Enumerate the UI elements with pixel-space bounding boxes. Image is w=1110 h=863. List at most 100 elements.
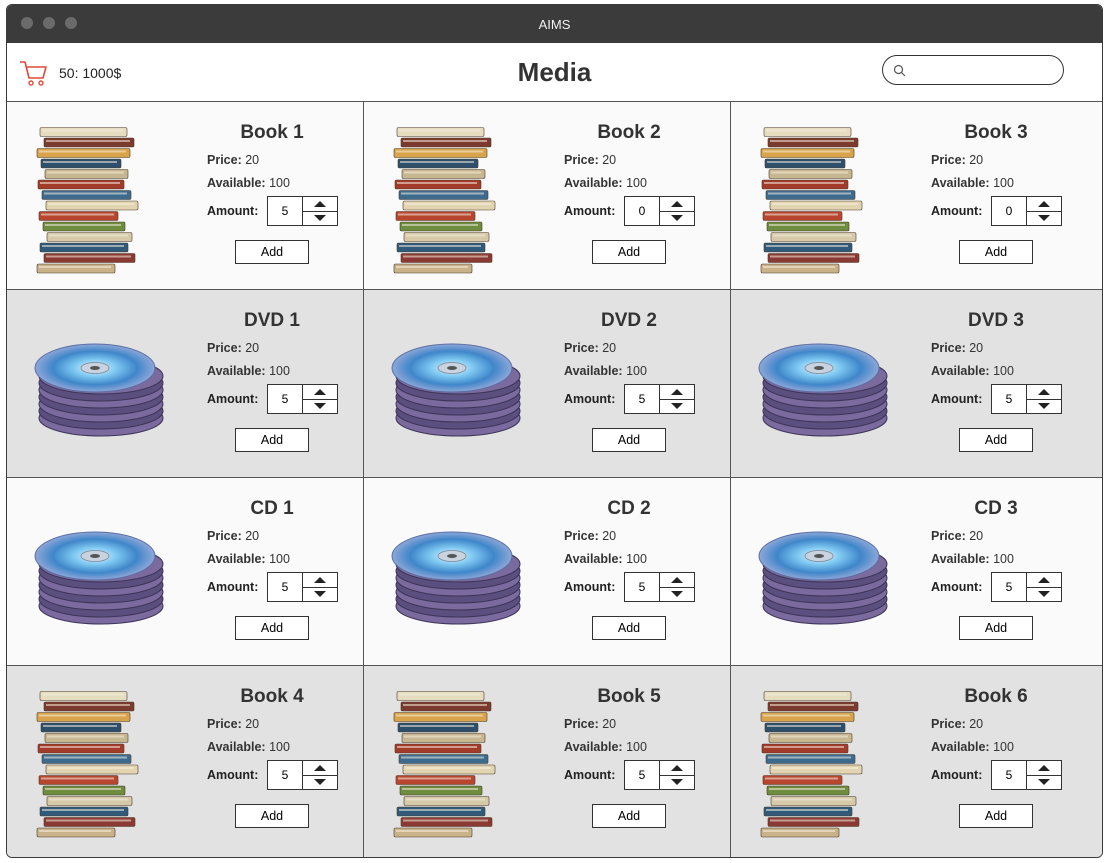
available-value: 100 bbox=[269, 740, 290, 754]
available-value: 100 bbox=[993, 552, 1014, 566]
amount-input[interactable] bbox=[625, 197, 659, 225]
amount-stepper[interactable] bbox=[267, 572, 338, 602]
increment-button[interactable] bbox=[303, 385, 337, 400]
media-card: CD 2 Price: 20 Available: 100 Amount: Add bbox=[364, 478, 731, 666]
amount-stepper[interactable] bbox=[991, 384, 1062, 414]
search-input[interactable] bbox=[912, 61, 1056, 79]
decrement-button[interactable] bbox=[303, 588, 337, 602]
available-value: 100 bbox=[993, 364, 1014, 378]
amount-stepper[interactable] bbox=[624, 760, 695, 790]
amount-stepper[interactable] bbox=[991, 196, 1062, 226]
price-label: Price: bbox=[207, 529, 242, 543]
available-label: Available: bbox=[564, 552, 623, 566]
amount-input[interactable] bbox=[625, 761, 659, 789]
amount-label: Amount: bbox=[931, 580, 983, 594]
decrement-button[interactable] bbox=[303, 776, 337, 790]
amount-stepper[interactable] bbox=[267, 760, 338, 790]
increment-button[interactable] bbox=[1027, 761, 1061, 776]
disc-stack-image bbox=[29, 518, 169, 628]
decrement-button[interactable] bbox=[1027, 400, 1061, 414]
add-to-cart-button[interactable]: Add bbox=[235, 240, 309, 264]
arrow-down-icon bbox=[671, 403, 683, 410]
increment-button[interactable] bbox=[660, 573, 694, 588]
add-to-cart-button[interactable]: Add bbox=[592, 616, 666, 640]
amount-input[interactable] bbox=[992, 573, 1026, 601]
add-to-cart-button[interactable]: Add bbox=[959, 616, 1033, 640]
media-info: DVD 3Price: 20Available: 100Amount:Add bbox=[931, 310, 1071, 452]
decrement-button[interactable] bbox=[660, 400, 694, 414]
media-info: Book 5 Price: 20 Available: 100 Amount: Add bbox=[564, 686, 704, 828]
available-value: 100 bbox=[626, 176, 647, 190]
amount-input[interactable] bbox=[268, 761, 302, 789]
search-box[interactable] bbox=[882, 55, 1064, 85]
amount-stepper[interactable] bbox=[991, 572, 1062, 602]
amount-input[interactable] bbox=[268, 573, 302, 601]
book-stack-image bbox=[29, 678, 149, 838]
arrow-up-icon bbox=[671, 388, 683, 395]
arrow-down-icon bbox=[314, 591, 326, 598]
decrement-button[interactable] bbox=[1027, 776, 1061, 790]
amount-input[interactable] bbox=[992, 197, 1026, 225]
media-info: CD 3 Price: 20 Available: 100 Amount: Add bbox=[931, 498, 1071, 640]
media-info: Book 6 Price: 20 Available: 100 Amount: Add bbox=[931, 686, 1071, 828]
increment-button[interactable] bbox=[303, 761, 337, 776]
amount-stepper[interactable] bbox=[991, 760, 1062, 790]
amount-stepper[interactable] bbox=[624, 196, 695, 226]
price-label: Price: bbox=[564, 341, 599, 355]
amount-stepper[interactable] bbox=[267, 384, 338, 414]
amount-row: Amount: bbox=[931, 196, 1071, 226]
disc-stack-image bbox=[29, 330, 169, 440]
app-window: AIMS 50: 1000$ Media Book 1 Price: 20 Avai… bbox=[6, 4, 1103, 858]
decrement-button[interactable] bbox=[660, 212, 694, 226]
amount-input[interactable] bbox=[268, 385, 302, 413]
amount-stepper[interactable] bbox=[267, 196, 338, 226]
amount-stepper[interactable] bbox=[624, 572, 695, 602]
increment-button[interactable] bbox=[660, 197, 694, 212]
increment-button[interactable] bbox=[660, 761, 694, 776]
disc-stack-image bbox=[753, 330, 893, 440]
decrement-button[interactable] bbox=[303, 400, 337, 414]
amount-label: Amount: bbox=[207, 768, 259, 782]
increment-button[interactable] bbox=[303, 573, 337, 588]
amount-input[interactable] bbox=[625, 385, 659, 413]
add-to-cart-button[interactable]: Add bbox=[959, 804, 1033, 828]
add-to-cart-button[interactable]: Add bbox=[235, 804, 309, 828]
available-line: Available: 100 bbox=[207, 552, 347, 566]
stepper-arrows bbox=[302, 761, 337, 789]
media-card: Book 3 Price: 20 Available: 100 Amount: Add bbox=[731, 102, 1102, 290]
add-to-cart-button[interactable]: Add bbox=[592, 240, 666, 264]
media-info: Book 1 Price: 20 Available: 100 Amount: Add bbox=[207, 122, 347, 264]
stepper-arrows bbox=[1026, 197, 1061, 225]
amount-input[interactable] bbox=[625, 573, 659, 601]
arrow-up-icon bbox=[1038, 388, 1050, 395]
add-to-cart-button[interactable]: Add bbox=[592, 804, 666, 828]
amount-input[interactable] bbox=[992, 761, 1026, 789]
increment-button[interactable] bbox=[660, 385, 694, 400]
decrement-button[interactable] bbox=[1027, 212, 1061, 226]
decrement-button[interactable] bbox=[303, 212, 337, 226]
amount-input[interactable] bbox=[268, 197, 302, 225]
decrement-button[interactable] bbox=[660, 588, 694, 602]
increment-button[interactable] bbox=[1027, 573, 1061, 588]
increment-button[interactable] bbox=[303, 197, 337, 212]
price-line: Price: 20 bbox=[931, 153, 1071, 167]
available-value: 100 bbox=[269, 552, 290, 566]
add-to-cart-button[interactable]: Add bbox=[592, 428, 666, 452]
amount-row: Amount: bbox=[931, 384, 1071, 414]
add-to-cart-button[interactable]: Add bbox=[235, 428, 309, 452]
price-label: Price: bbox=[207, 153, 242, 167]
maximize-window-button[interactable] bbox=[65, 17, 77, 29]
minimize-window-button[interactable] bbox=[43, 17, 55, 29]
add-to-cart-button[interactable]: Add bbox=[235, 616, 309, 640]
media-title: Book 6 bbox=[964, 686, 1028, 707]
add-to-cart-button[interactable]: Add bbox=[959, 240, 1033, 264]
decrement-button[interactable] bbox=[1027, 588, 1061, 602]
amount-input[interactable] bbox=[992, 385, 1026, 413]
amount-stepper[interactable] bbox=[624, 384, 695, 414]
increment-button[interactable] bbox=[1027, 385, 1061, 400]
close-window-button[interactable] bbox=[21, 17, 33, 29]
increment-button[interactable] bbox=[1027, 197, 1061, 212]
price-line: Price: 20 bbox=[564, 717, 704, 731]
add-to-cart-button[interactable]: Add bbox=[959, 428, 1033, 452]
decrement-button[interactable] bbox=[660, 776, 694, 790]
